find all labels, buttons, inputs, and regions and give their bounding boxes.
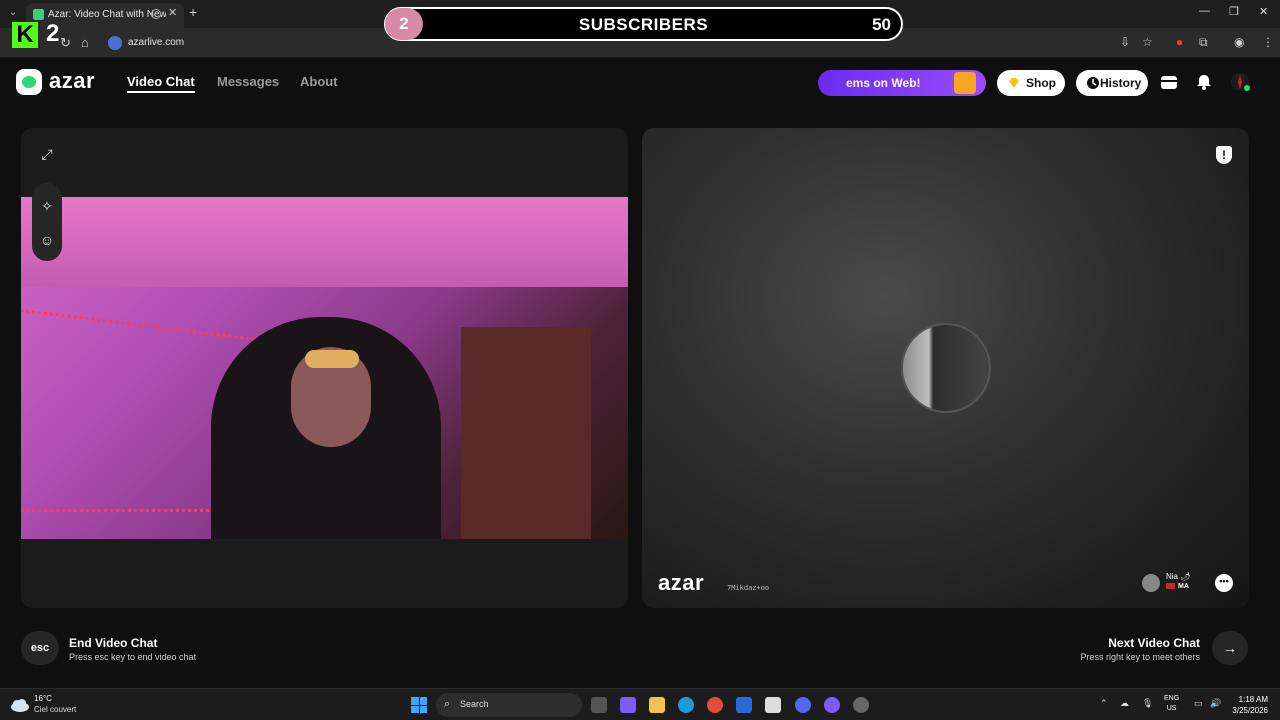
self-camera-feed: [21, 197, 628, 539]
bookmark-star-icon[interactable]: ☆: [1142, 35, 1153, 49]
azar-watermark: azar: [658, 570, 705, 595]
magic-wand-icon[interactable]: ✧: [32, 191, 62, 221]
weather-temp: 16°C: [34, 694, 52, 703]
kick-count: 2: [46, 20, 60, 47]
report-icon[interactable]: !: [1216, 146, 1232, 164]
reload-icon[interactable]: ↻: [60, 35, 71, 51]
chrome-icon[interactable]: [707, 697, 723, 713]
nav-video-chat[interactable]: Video Chat: [127, 74, 195, 93]
effects-toolbar: ✧ ☺: [32, 183, 62, 261]
assistant-icon[interactable]: [824, 697, 840, 713]
profile-avatar-icon[interactable]: ◉: [1234, 35, 1244, 49]
windows-start-icon[interactable]: [411, 697, 427, 713]
promo-text: ems on Web!: [846, 76, 921, 90]
discord-icon[interactable]: [795, 697, 811, 713]
mail-icon[interactable]: [736, 697, 752, 713]
cloud-weather-icon[interactable]: [10, 696, 30, 714]
chat-bubble-icon[interactable]: •••: [1215, 574, 1233, 592]
tab-favicon-icon: [33, 9, 44, 20]
app-header: azar Video Chat Messages About ems on We…: [0, 58, 1280, 106]
system-clock[interactable]: 1:18 AM 3/25/2026: [1226, 694, 1268, 716]
promo-banner[interactable]: ems on Web!: [818, 70, 986, 96]
obs-icon[interactable]: [853, 697, 869, 713]
azar-logo-icon[interactable]: [16, 69, 42, 95]
end-chat-button[interactable]: esc: [21, 631, 59, 665]
nav-messages[interactable]: Messages: [217, 74, 279, 89]
weather-condition: Ciel couvert: [34, 705, 77, 714]
recording-icon: [151, 9, 161, 19]
remote-user-avatar: [901, 323, 991, 413]
edge-icon[interactable]: [678, 697, 694, 713]
site-info-icon[interactable]: [108, 36, 122, 50]
url-text: azarlive.com: [128, 37, 185, 48]
partner-country-code: MA: [1178, 583, 1189, 590]
shop-button[interactable]: Shop: [997, 70, 1065, 96]
clock-icon: [1087, 77, 1099, 89]
tab-search-icon[interactable]: ⌄: [6, 6, 20, 20]
subscriber-label: SUBSCRIBERS: [578, 15, 709, 34]
face-filter-icon[interactable]: ☺: [32, 225, 62, 255]
language-indicator[interactable]: ENG US: [1164, 694, 1179, 714]
next-chat-hint: Press right key to meet others: [1080, 652, 1200, 662]
network-icon[interactable]: ▭: [1194, 698, 1203, 709]
maximize-icon[interactable]: ❐: [1229, 5, 1239, 18]
extensions-puzzle-icon[interactable]: ⧉: [1199, 35, 1208, 50]
tab-close-icon[interactable]: ✕: [168, 6, 177, 19]
user-avatar-icon[interactable]: [1230, 72, 1250, 92]
kick-logo-icon: K: [12, 22, 38, 48]
history-button[interactable]: History: [1076, 70, 1148, 96]
minimize-icon[interactable]: —: [1199, 5, 1210, 17]
partner-name: Nia 🌶: [1166, 572, 1191, 581]
microphone-icon[interactable]: 🎙: [1142, 698, 1153, 709]
m365-icon[interactable]: [620, 697, 636, 713]
clock-time: 1:18 AM: [1238, 695, 1268, 704]
end-chat-hint: Press esc key to end video chat: [69, 652, 197, 662]
treasure-chest-icon: [954, 72, 976, 94]
language-code: ENG: [1164, 695, 1180, 702]
new-tab-icon[interactable]: +: [189, 4, 197, 20]
taskbar-search-label: Search: [460, 699, 489, 709]
partner-info[interactable]: Nia 🌶 MA: [1142, 572, 1194, 596]
store-icon[interactable]: [765, 697, 781, 713]
next-chat-title: Next Video Chat: [1108, 636, 1200, 650]
onedrive-icon[interactable]: ☁: [1120, 698, 1129, 709]
browser-menu-icon[interactable]: ⋮: [1262, 35, 1274, 49]
self-video-panel: ⤢ ✧ ☺: [21, 128, 628, 608]
tab-title: Azar: Video Chat with New: [48, 9, 166, 20]
task-view-icon[interactable]: [591, 697, 607, 713]
partner-avatar: [1142, 574, 1160, 592]
bell-icon[interactable]: [1194, 72, 1214, 92]
install-icon[interactable]: ⇩: [1120, 35, 1130, 49]
expand-icon[interactable]: ⤢: [32, 139, 62, 169]
subscriber-goal-banner: 2 SUBSCRIBERS 50: [384, 7, 903, 41]
windows-taskbar: 16°C Ciel couvert ⌕ Search ⌃ ☁ 🎙 ENG US ▭…: [0, 688, 1280, 720]
volume-icon[interactable]: 🔊: [1210, 698, 1221, 709]
subscriber-goal-count: 50: [872, 15, 891, 34]
keyboard-region: US: [1166, 705, 1177, 712]
tray-overflow-icon[interactable]: ⌃: [1100, 698, 1108, 709]
file-explorer-icon[interactable]: [649, 697, 665, 713]
morocco-flag-icon: [1166, 583, 1175, 590]
shop-label: Shop: [1026, 76, 1056, 90]
window-close-icon[interactable]: ✕: [1259, 5, 1268, 18]
home-icon[interactable]: ⌂: [81, 35, 89, 50]
end-chat-title: End Video Chat: [69, 636, 158, 650]
partner-country: MA: [1166, 583, 1189, 590]
search-icon: ⌕: [444, 698, 451, 710]
azar-wordmark[interactable]: azar: [49, 68, 95, 94]
taskbar-search[interactable]: ⌕ Search: [436, 693, 582, 717]
inbox-icon[interactable]: [1159, 72, 1179, 92]
next-arrow-icon[interactable]: →: [1212, 631, 1248, 665]
clock-date: 3/25/2026: [1232, 706, 1268, 715]
nav-about[interactable]: About: [300, 74, 338, 89]
remote-video-panel: ! azar 7Mikdaz+oo Nia 🌶 MA •••: [642, 128, 1249, 608]
gem-icon: [1009, 78, 1019, 88]
history-label: History: [1100, 76, 1142, 90]
watermark-id: 7Mikdaz+oo: [727, 584, 770, 592]
extension-badge-icon[interactable]: ●: [1176, 35, 1183, 49]
